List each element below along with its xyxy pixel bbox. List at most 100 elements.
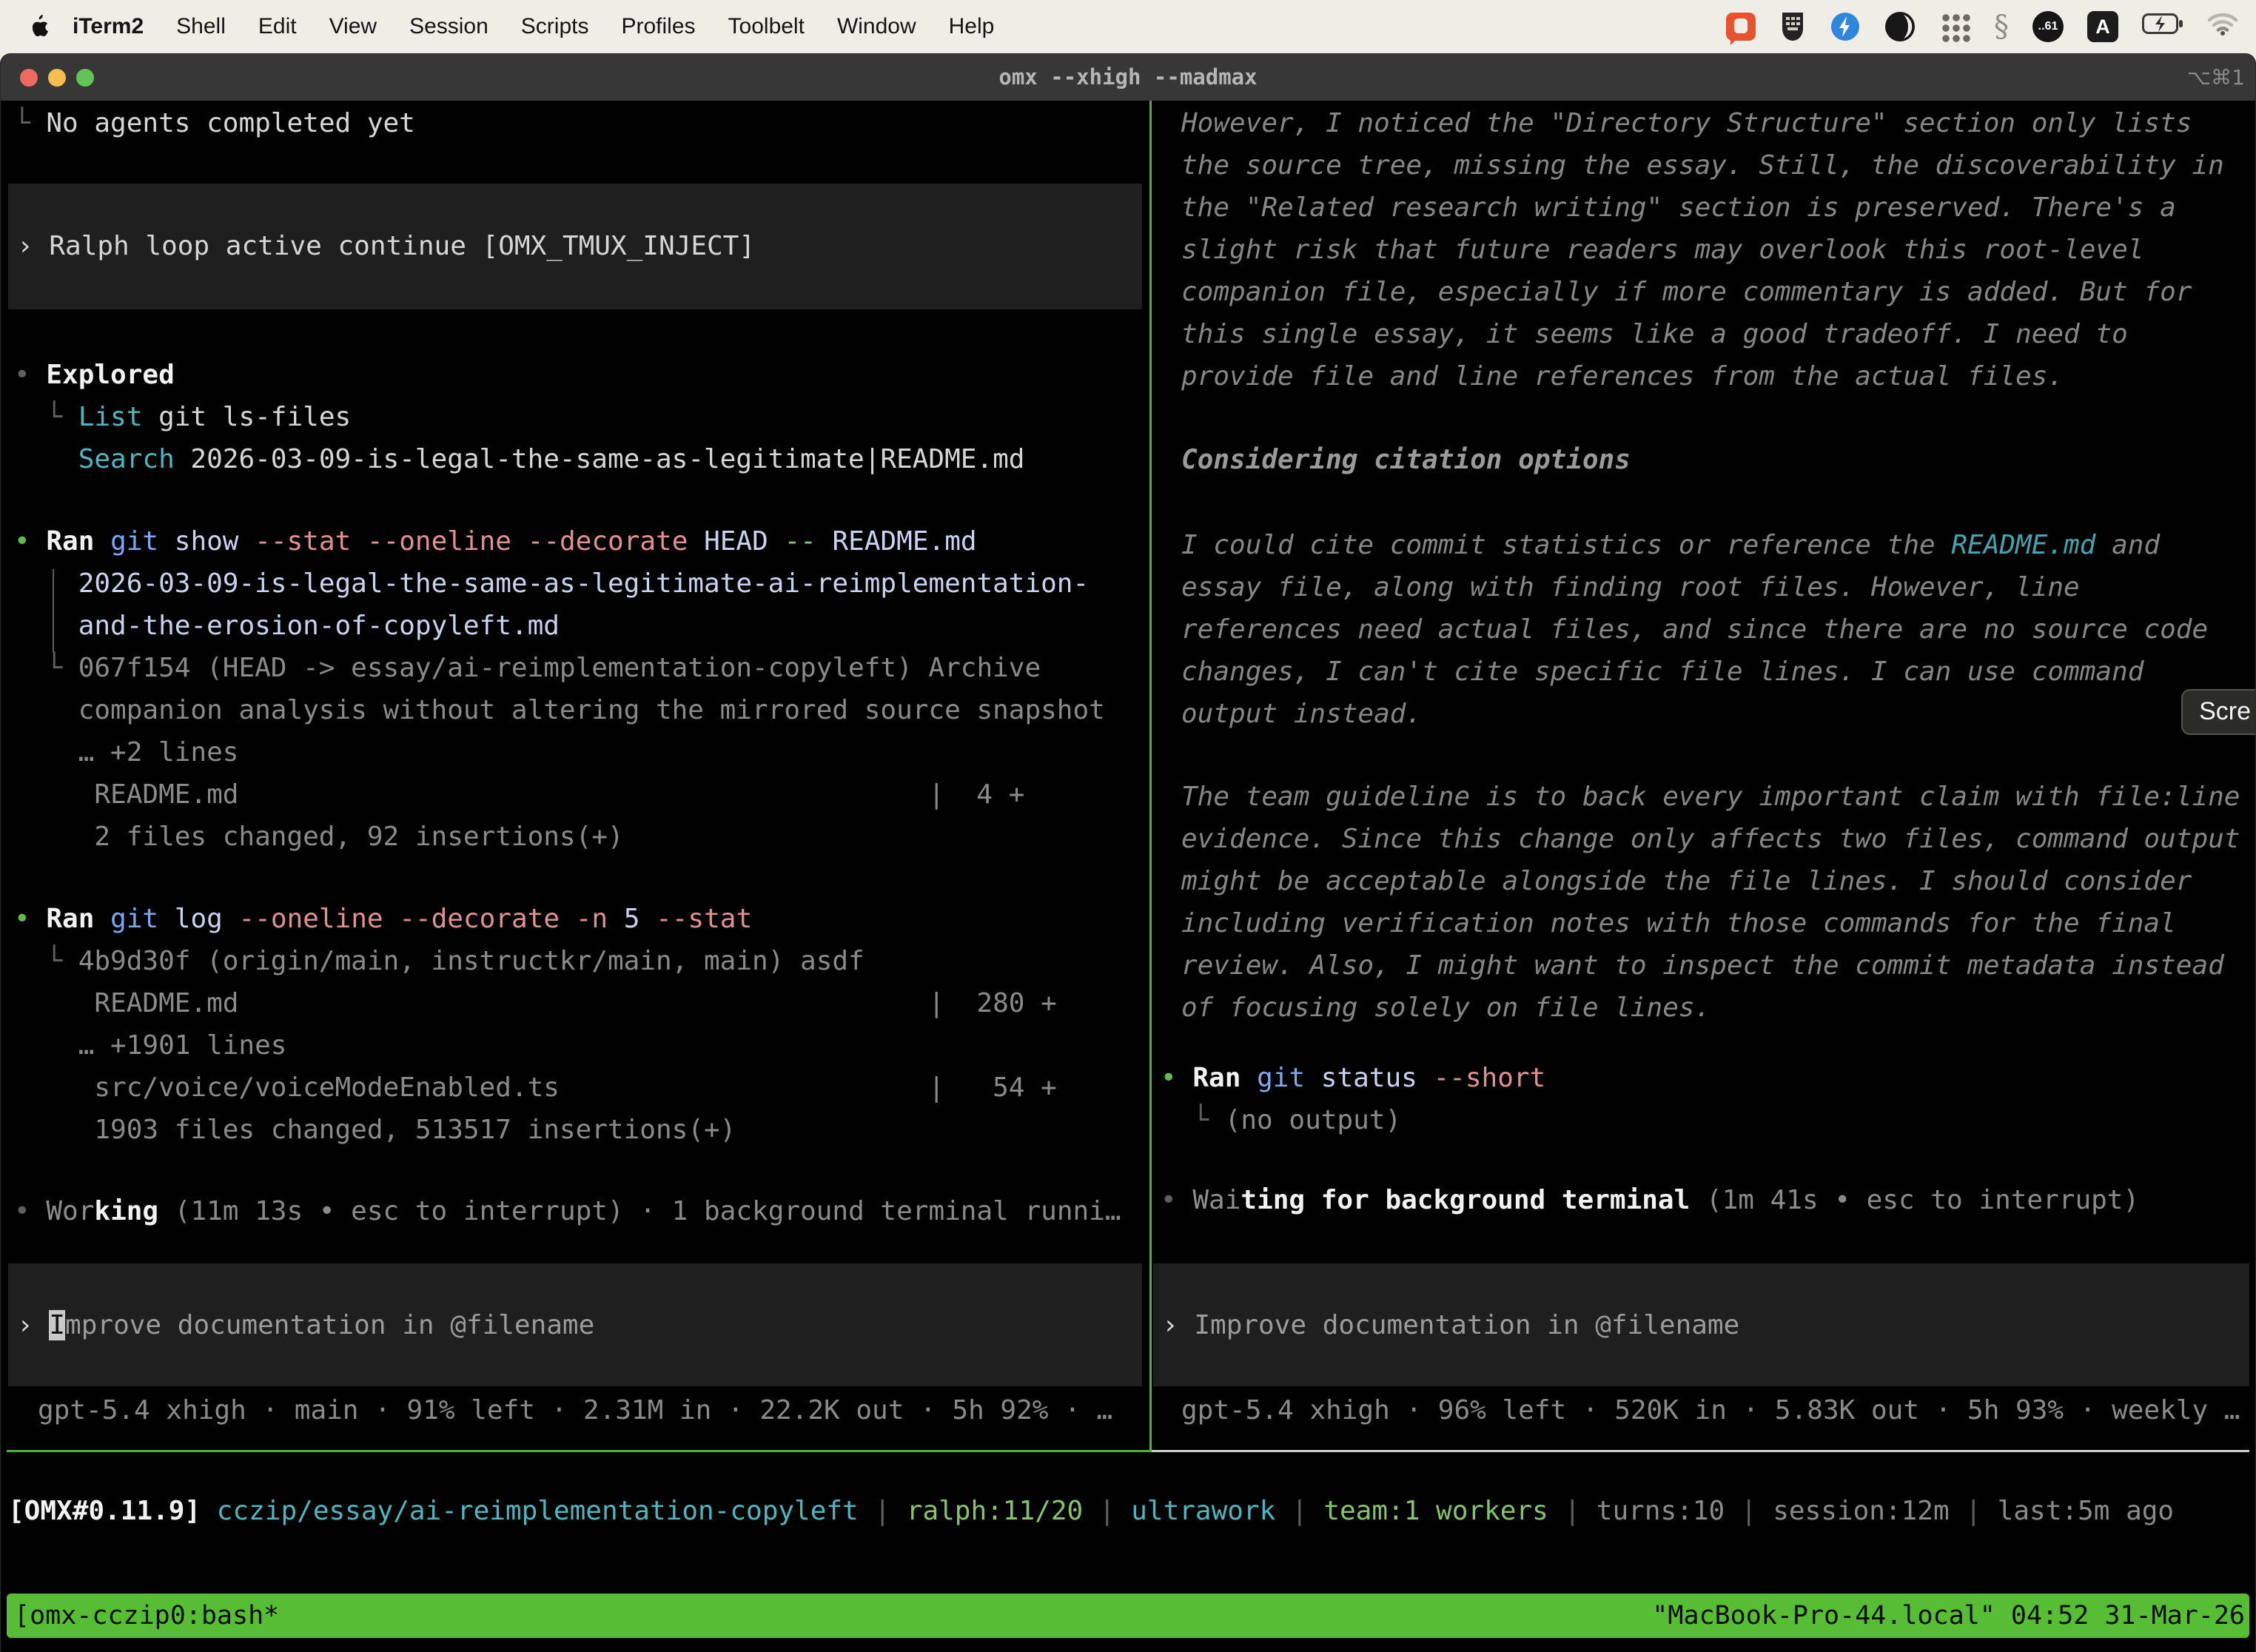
model-status-line-left: gpt-5.4 xhigh · main · 91% left · 2.31M … [38,1389,1112,1431]
text-segment: › [17,1310,49,1340]
percent-badge-icon[interactable]: ..61 [2032,11,2064,42]
terminal-line: Search 2026-03-09-is-legal-the-same-as-l… [14,438,1024,480]
text-segment: session:12m [1773,1496,1949,1526]
text-segment: I [49,1310,65,1340]
text-segment: and-the-erosion-of-copyleft.md [78,611,560,641]
window-shortcut-hint: ⌥⌘1 [2187,54,2245,101]
text-segment: this single essay, it seems like a good … [1181,319,2128,349]
pane-divider[interactable] [1149,101,1152,1452]
terminal-line: 1903 files changed, 513517 insertions(+) [14,1109,1057,1151]
text-segment: └ [14,653,78,683]
text-segment: Ran [46,526,94,557]
text-segment: README.md [816,526,977,557]
thinking-paragraph-1: However, I noticed the "Directory Struct… [1181,102,2224,397]
text-segment: evidence. Since this change only affects… [1181,824,2240,854]
menu-item-profiles[interactable]: Profiles [621,14,695,39]
terminal-line: • Ran git status --short [1161,1057,1545,1099]
terminal-line: 2 files changed, 92 insertions(+) [14,816,1105,858]
input-source-icon[interactable]: A [2087,11,2118,42]
text-segment: └ [1161,1105,1225,1135]
text-segment: -n [576,904,608,934]
terminal-line: └ List git ls-files [14,396,1024,438]
text-segment: 067f154 (HEAD -> essay/ai-reimplementati… [78,653,1041,683]
thinking-paragraph-2: I could cite commit statistics or refere… [1181,524,2208,735]
terminal-line: └ (no output) [1161,1099,1545,1141]
terminal-line: might be acceptable alongside the file l… [1181,860,2240,902]
dark-crescent-app-icon[interactable] [1884,11,1916,42]
text-segment: turns:10 [1597,1496,1725,1526]
window-title-bar[interactable]: omx --xhigh --madmax ⌥⌘1 [1,54,2255,102]
text-segment [94,904,110,934]
squiggle-hook-icon[interactable]: § [1994,11,2009,42]
menu-item-help[interactable]: Help [949,14,995,39]
text-segment: 4b9d30f (origin/main, instructkr/main, m… [78,946,865,976]
text-segment: references need actual files, and since … [1181,614,2208,645]
text-segment: └ [14,108,46,138]
terminal-line: └ 067f154 (HEAD -> essay/ai-reimplementa… [14,647,1105,689]
text-segment: --short [1434,1063,1546,1093]
terminal-line: … +1901 lines [14,1024,1057,1067]
text-segment: Wor [46,1196,94,1226]
text-segment: show [158,526,255,557]
menu-item-toolbelt[interactable]: Toolbelt [728,14,805,39]
text-segment: • [1161,1185,1192,1215]
text-segment: --oneline [238,904,383,934]
terminal-line: [OMX#0.11.9] cczip/essay/ai-reimplementa… [8,1490,2255,1532]
screen-share-button[interactable]: Scre [2181,689,2255,735]
right-terminal-pane[interactable]: However, I noticed the "Directory Struct… [1153,101,2255,1450]
text-segment [560,904,576,934]
text-segment: slight risk that future readers may over… [1181,235,2143,265]
terminal-line: README.md | 4 + [14,773,1105,816]
text-segment: git [110,526,158,557]
text-segment: | [1275,1496,1323,1526]
menu-item-edit[interactable]: Edit [258,14,297,39]
terminal-line: • Explored [14,354,1024,396]
working-status: • Working (11m 13s • esc to interrupt) ·… [14,1190,1121,1232]
text-segment [14,695,78,725]
text-segment: • [1161,1063,1192,1093]
text-segment: log [158,904,238,934]
menu-item-session[interactable]: Session [409,14,489,39]
text-segment [1241,1063,1257,1093]
terminal-line: of focusing solely on file lines. [1181,987,2240,1029]
prompt-input-right[interactable]: › Improve documentation in @filename [1153,1263,2249,1386]
dots-grid-icon[interactable] [1939,11,1970,42]
terminal-line: output instead. [1181,693,2208,735]
prompt-input-injected[interactable]: › Ralph loop active continue [OMX_TMUX_I… [8,184,1142,309]
blue-bolt-badge-icon[interactable] [1830,11,1861,42]
text-segment: ralph:11/20 [907,1496,1083,1526]
text-segment: • [14,1196,46,1226]
left-pane-border [7,1450,1149,1452]
text-segment: provide file and line references from th… [1181,361,2064,392]
text-segment: --decorate [399,904,560,934]
terminal-content: └ No agents completed yet › Ralph loop a… [1,101,2255,1652]
thinking-paragraph-3: The team guideline is to back every impo… [1181,776,2240,1029]
keyboard-shield-icon[interactable] [1779,11,1806,42]
menu-item-scripts[interactable]: Scripts [521,14,589,39]
text-segment: companion file, especially if more comme… [1181,277,2192,307]
text-segment [511,526,528,557]
prompt-input-left[interactable]: › Improve documentation in @filename [8,1263,1142,1386]
wifi-icon[interactable] [2207,12,2238,41]
menu-item-shell[interactable]: Shell [176,14,226,39]
text-segment: The team guideline is to back every impo… [1181,782,2240,812]
text-segment [94,526,110,557]
menu-item-view[interactable]: View [329,14,377,39]
text-segment: List [78,402,143,432]
left-terminal-pane[interactable]: └ No agents completed yet › Ralph loop a… [1,101,1151,1450]
terminal-line: companion analysis without altering the … [14,689,1105,731]
text-segment: cczip/essay/ai-reimplementation-copyleft [217,1496,859,1526]
apple-menu-icon[interactable] [28,14,50,39]
text-segment: Explored [46,360,174,390]
recording-indicator-icon[interactable] [1726,13,1756,41]
terminal-line: └ 4b9d30f (origin/main, instructkr/main,… [14,940,1057,982]
explored-summary: • Explored └ List git ls-files Search 20… [14,354,1024,480]
text-segment [14,611,78,641]
text-segment: └ [14,946,78,976]
iterm-window: omx --xhigh --madmax ⌥⌘1 └ No agents com… [0,53,2256,1652]
terminal-line: essay file, along with finding root file… [1181,566,2208,608]
terminal-line: › Ralph loop active continue [OMX_TMUX_I… [8,225,1142,267]
menu-app-name[interactable]: iTerm2 [73,14,144,39]
menu-item-window[interactable]: Window [837,14,916,39]
battery-icon[interactable] [2142,13,2183,40]
